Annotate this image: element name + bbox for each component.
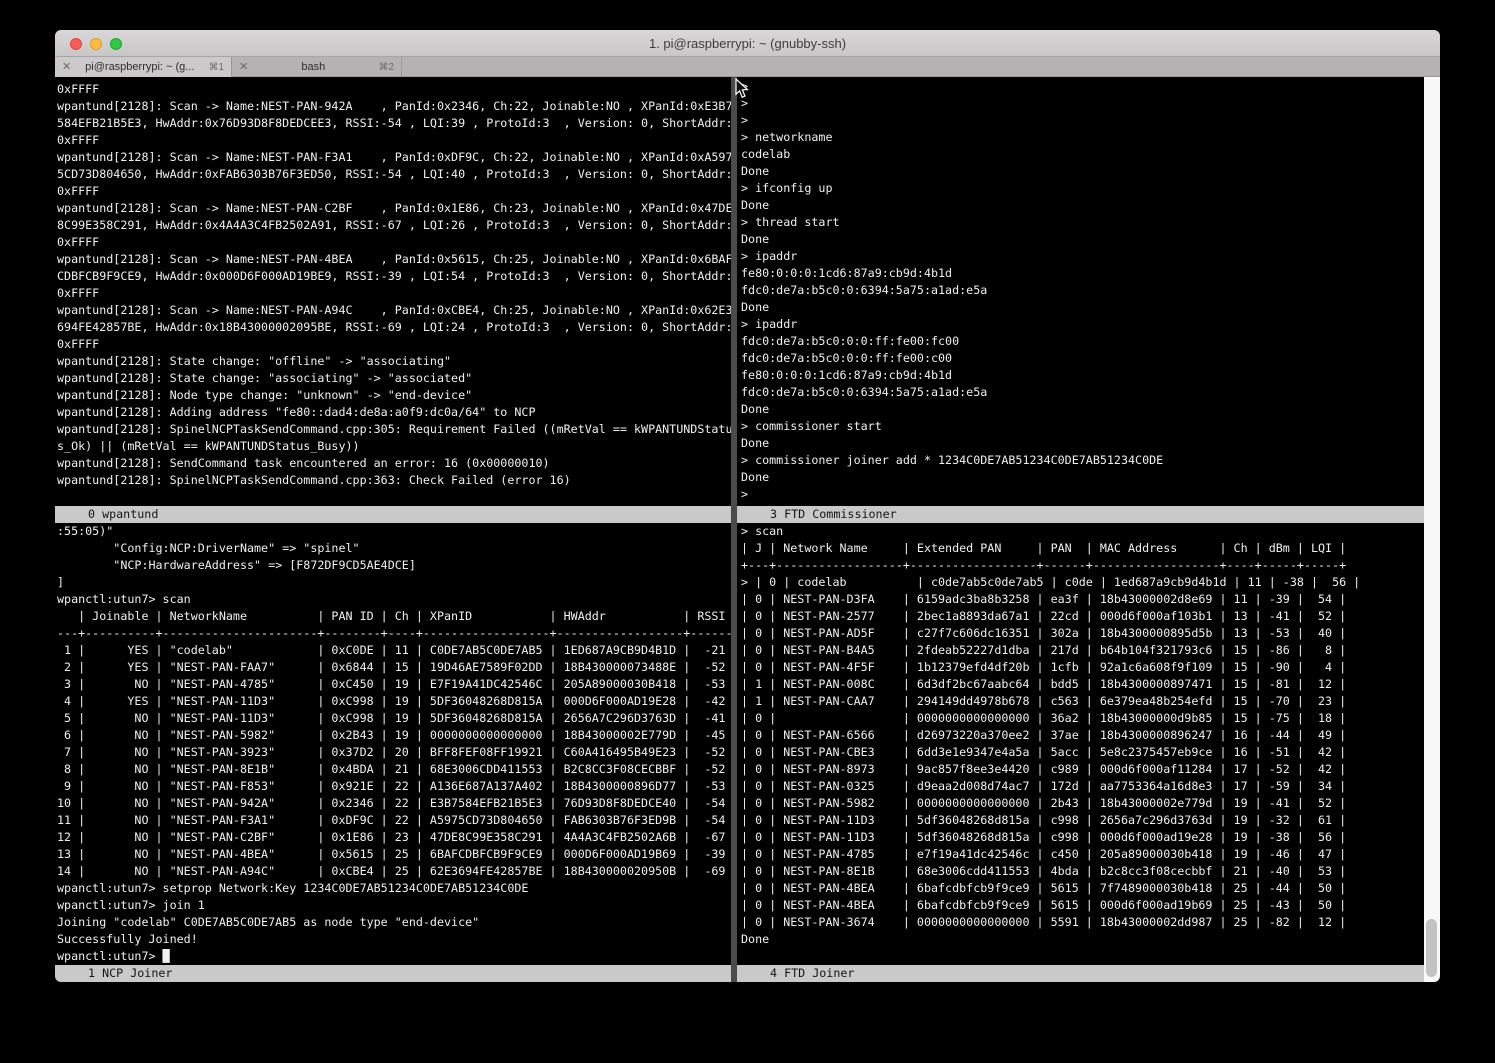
pane-ftd-joiner[interactable]: > scan | J | Network Name | Extended PAN… xyxy=(737,523,1424,965)
terminal-content: 0xFFFF wpantund[2128]: Scan -> Name:NEST… xyxy=(55,77,1440,982)
tab-label: bash xyxy=(254,61,372,73)
mouse-cursor-icon xyxy=(735,78,749,99)
pane-ncp-joiner-output[interactable]: :55:05)" "Config:NCP:DriverName" => "spi… xyxy=(55,523,731,965)
pane-wpantund-output[interactable]: 0xFFFF wpantund[2128]: Scan -> Name:NEST… xyxy=(55,77,731,489)
window-title: 1. pi@raspberrypi: ~ (gnubby-ssh) xyxy=(55,30,1440,57)
pane-ftd-commissioner[interactable]: > > > > networkname codelab Done > ifcon… xyxy=(737,77,1424,506)
pane-ftd-joiner-output[interactable]: > scan | J | Network Name | Extended PAN… xyxy=(737,523,1424,948)
pane-ncp-joiner[interactable]: :55:05)" "Config:NCP:DriverName" => "spi… xyxy=(55,523,731,965)
tmux-statusbar-ftd-joiner: 4 FTD Joiner xyxy=(737,965,1424,982)
tab-bash[interactable]: ✕ bash ⌘2 xyxy=(232,57,402,77)
terminal-window: 1. pi@raspberrypi: ~ (gnubby-ssh) ✕ pi@r… xyxy=(55,30,1440,982)
scrollbar-thumb[interactable] xyxy=(1426,919,1437,977)
tab-bar: ✕ pi@raspberrypi: ~ (g... ⌘1 ✕ bash ⌘2 xyxy=(55,57,1440,77)
tmux-statusbar-wpantund: 0 wpantund xyxy=(55,506,731,523)
tab-label: pi@raspberrypi: ~ (g... xyxy=(77,61,202,73)
desktop: { "window": { "title": "1. pi@raspberryp… xyxy=(0,0,1495,1063)
tab-close-icon[interactable]: ✕ xyxy=(239,57,248,77)
scrollbar[interactable] xyxy=(1424,77,1440,982)
tab-shortcut: ⌘1 xyxy=(208,62,224,73)
tab-ssh-session[interactable]: ✕ pi@raspberrypi: ~ (g... ⌘1 xyxy=(55,57,232,77)
tab-shortcut: ⌘2 xyxy=(378,62,394,73)
pane-wpantund[interactable]: 0xFFFF wpantund[2128]: Scan -> Name:NEST… xyxy=(55,77,731,506)
tmux-statusbar-ncp-joiner: 1 NCP Joiner xyxy=(55,965,731,982)
tmux-statusbar-ftd-commissioner: 3 FTD Commissioner xyxy=(737,506,1424,523)
pane-ftd-commissioner-output[interactable]: > > > > networkname codelab Done > ifcon… xyxy=(737,77,1424,503)
title-bar[interactable]: 1. pi@raspberrypi: ~ (gnubby-ssh) xyxy=(55,30,1440,57)
tab-close-icon[interactable]: ✕ xyxy=(62,57,71,77)
